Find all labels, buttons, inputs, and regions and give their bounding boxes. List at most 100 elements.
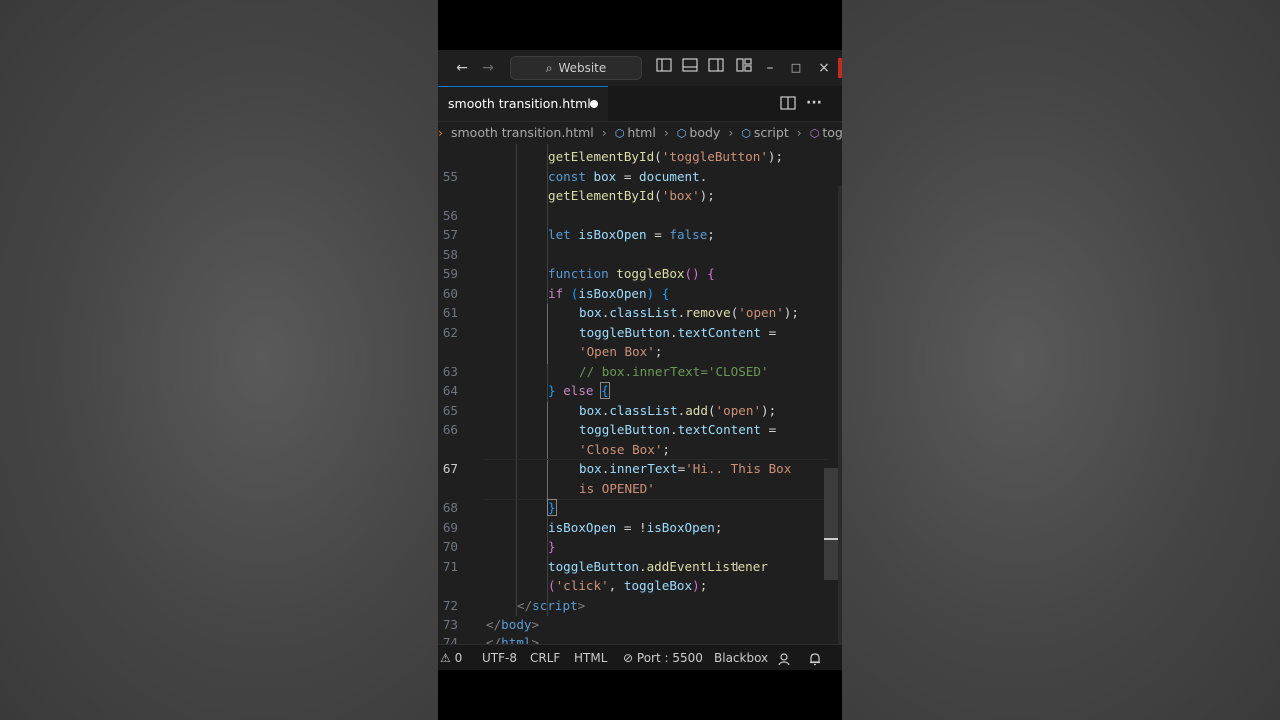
live-server-port[interactable]: ⊘ Port : 5500 bbox=[623, 645, 703, 670]
line-number: 64 bbox=[442, 383, 458, 398]
code-line: ('click', toggleBox); bbox=[548, 578, 708, 593]
title-bar: ← → ⌕ Website – □ × bbox=[438, 50, 842, 86]
line-number: 70 bbox=[442, 539, 458, 554]
symbol-class-icon: ⬡ bbox=[676, 127, 687, 140]
line-number: 56 bbox=[442, 208, 458, 223]
breadcrumb: › smooth transition.html › ⬡ html › ⬡ body… bbox=[438, 122, 842, 144]
code-line: </body> bbox=[486, 617, 540, 632]
code-line: is OPENED' bbox=[579, 481, 655, 496]
unsaved-dot-icon[interactable] bbox=[590, 100, 598, 108]
tab-title: smooth transition.html bbox=[448, 96, 591, 111]
encoding-selector[interactable]: UTF-8 bbox=[482, 645, 517, 670]
line-number: 71 bbox=[442, 559, 458, 574]
line-number: 61 bbox=[442, 305, 458, 320]
command-center-search[interactable]: ⌕ Website bbox=[510, 56, 642, 80]
code-line: // box.innerText='CLOSED' bbox=[579, 364, 769, 379]
text-cursor-icon: I bbox=[735, 560, 739, 574]
line-number: 69 bbox=[442, 520, 458, 535]
code-line: if (isBoxOpen) { bbox=[548, 286, 670, 301]
line-number: 65 bbox=[442, 403, 458, 418]
line-number: 74 bbox=[442, 635, 458, 644]
port-label: Port : 5500 bbox=[636, 651, 703, 665]
breadcrumb-function[interactable]: togg bbox=[822, 122, 842, 144]
code-line: box.innerText='Hi.. This Box bbox=[579, 461, 792, 476]
code-line: isBoxOpen = !isBoxOpen; bbox=[548, 520, 723, 535]
code-line: toggleButton.textContent = bbox=[579, 325, 777, 340]
problems-indicator[interactable]: ⚠ 0 bbox=[440, 645, 462, 670]
background-left bbox=[0, 0, 438, 720]
html-file-icon: › bbox=[438, 125, 443, 140]
no-entry-icon: ⊘ bbox=[623, 651, 634, 665]
code-line: box.classList.remove('open'); bbox=[579, 305, 799, 320]
status-bar: ⚠ 0 UTF-8 CRLF HTML ⊘ Port : 5500 Blackb… bbox=[438, 644, 842, 670]
line-number: 59 bbox=[442, 266, 458, 281]
code-line: getElementById('box'); bbox=[548, 188, 715, 203]
code-line: } bbox=[547, 499, 557, 516]
warning-icon: ⚠ bbox=[440, 651, 451, 665]
line-number: 66 bbox=[442, 422, 458, 437]
scrollbar-cursor-marker bbox=[824, 538, 838, 540]
symbol-class-icon: ⬡ bbox=[741, 127, 751, 140]
scrollbar-thumb[interactable] bbox=[824, 468, 838, 580]
maximize-icon[interactable]: □ bbox=[788, 50, 804, 86]
code-line: </html> bbox=[486, 635, 540, 644]
eol-selector[interactable]: CRLF bbox=[530, 645, 560, 670]
sidebar-right-icon[interactable] bbox=[706, 50, 726, 86]
line-number: 73 bbox=[442, 617, 458, 632]
sidebar-left-icon[interactable] bbox=[654, 50, 674, 86]
code-line: 'Close Box'; bbox=[579, 442, 670, 457]
code-line: const box = document. bbox=[548, 169, 708, 184]
back-arrow-icon[interactable]: ← bbox=[452, 50, 472, 86]
code-line: let isBoxOpen = false; bbox=[548, 227, 715, 242]
breadcrumb-script[interactable]: script bbox=[754, 122, 789, 144]
tab-smooth-transition[interactable]: smooth transition.html bbox=[438, 86, 608, 121]
blackbox-extension[interactable]: Blackbox bbox=[714, 645, 768, 670]
code-line: } bbox=[548, 539, 556, 554]
line-number: 62 bbox=[442, 325, 458, 340]
search-icon: ⌕ bbox=[545, 60, 553, 75]
code-line: } else { bbox=[548, 382, 610, 399]
line-number: 57 bbox=[442, 227, 458, 242]
indent-guide-active bbox=[547, 304, 548, 364]
red-edge-decoration bbox=[838, 58, 842, 78]
chevron-right-icon: › bbox=[728, 125, 734, 140]
line-number-current: 67 bbox=[442, 461, 458, 476]
breadcrumb-file[interactable]: smooth transition.html bbox=[451, 122, 594, 144]
symbol-method-icon: ⬡ bbox=[809, 127, 820, 140]
feedback-icon[interactable] bbox=[778, 645, 792, 670]
symbol-class-icon: ⬡ bbox=[614, 127, 625, 140]
indent-guide bbox=[516, 144, 517, 616]
breadcrumb-body[interactable]: body bbox=[689, 122, 720, 144]
background-right bbox=[842, 0, 1280, 720]
code-line: 'Open Box'; bbox=[579, 344, 663, 359]
language-mode[interactable]: HTML bbox=[574, 645, 607, 670]
video-frame: ← → ⌕ Website – □ × smooth transition.ht… bbox=[438, 0, 842, 720]
more-actions-icon[interactable]: ··· bbox=[806, 86, 822, 121]
code-editor[interactable]: getElementById('toggleButton'); 55 const… bbox=[438, 144, 828, 644]
code-line: getElementById('toggleButton'); bbox=[548, 149, 784, 164]
breadcrumb-html[interactable]: html bbox=[627, 122, 655, 144]
problems-count: 0 bbox=[454, 651, 463, 665]
line-number: 55 bbox=[442, 169, 458, 184]
line-number: 58 bbox=[442, 247, 458, 262]
customize-layout-icon[interactable] bbox=[734, 50, 754, 86]
split-editor-icon[interactable] bbox=[780, 86, 796, 121]
command-center-label: Website bbox=[558, 61, 607, 75]
forward-arrow-icon[interactable]: → bbox=[478, 50, 498, 86]
line-number: 63 bbox=[442, 364, 458, 379]
vscode-window: ← → ⌕ Website – □ × smooth transition.ht… bbox=[438, 50, 842, 670]
line-number: 68 bbox=[442, 500, 458, 515]
code-line: toggleButton.textContent = bbox=[579, 422, 777, 437]
minimize-icon[interactable]: – bbox=[762, 50, 778, 86]
chevron-right-icon: › bbox=[601, 125, 607, 140]
bell-icon[interactable] bbox=[808, 645, 822, 670]
panel-bottom-icon[interactable] bbox=[680, 50, 700, 86]
line-number: 60 bbox=[442, 286, 458, 301]
chevron-right-icon: › bbox=[663, 125, 669, 140]
code-line: box.classList.add('open'); bbox=[579, 403, 777, 418]
minimap-edge bbox=[838, 186, 842, 656]
chevron-right-icon: › bbox=[796, 125, 802, 140]
close-icon[interactable]: × bbox=[816, 50, 832, 86]
line-number: 72 bbox=[442, 598, 458, 613]
code-line: </script> bbox=[517, 598, 586, 613]
